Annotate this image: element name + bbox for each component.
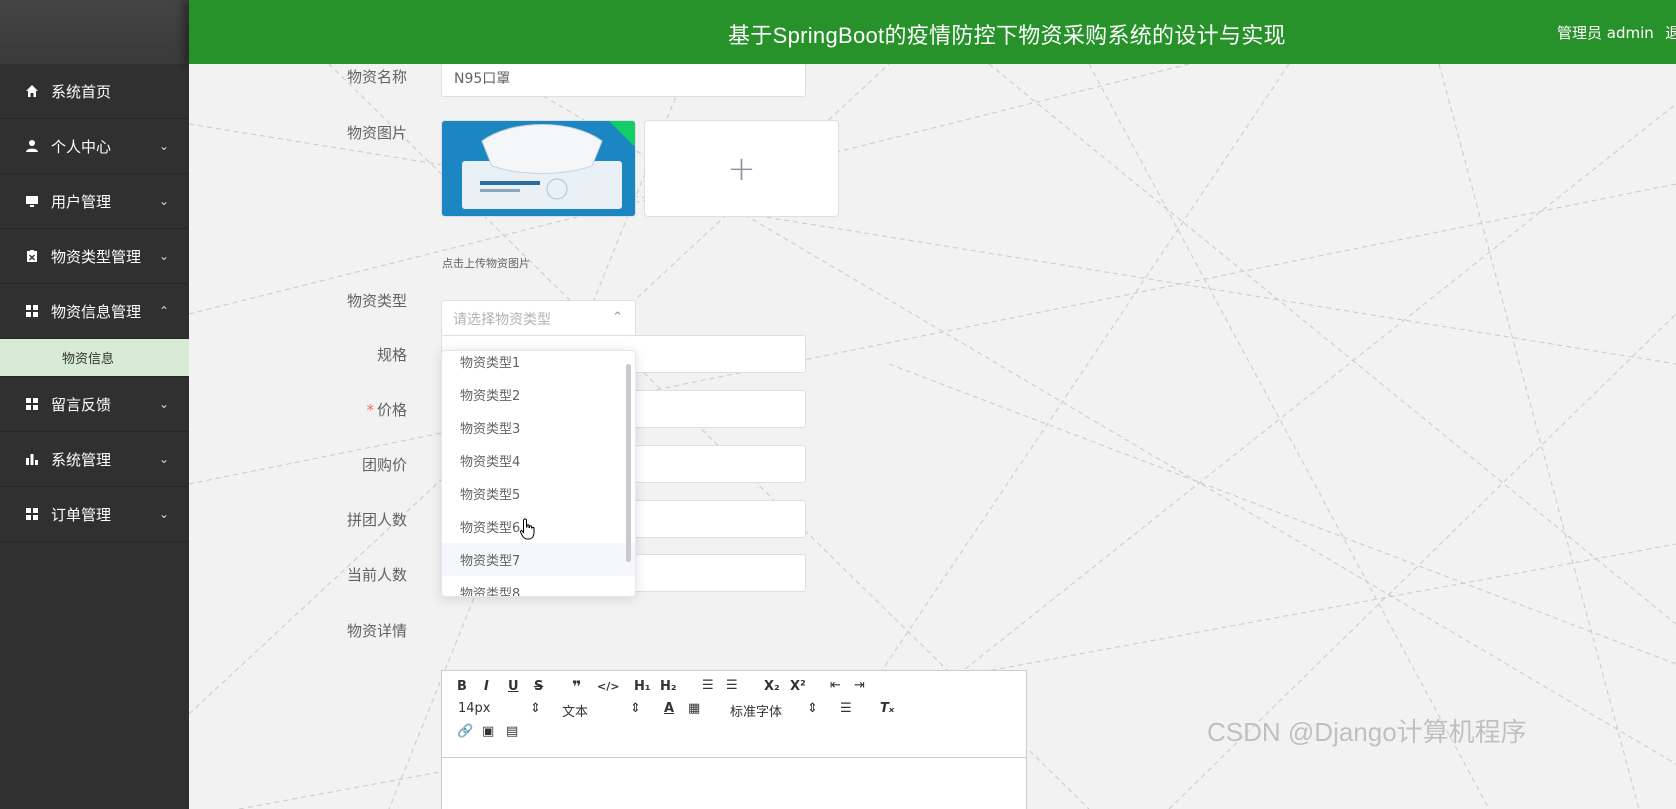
group-size-label: 拼团人数 <box>346 511 407 529</box>
image-icon[interactable]: ▣ <box>482 724 494 739</box>
updown-icon: ⇕ <box>530 701 541 716</box>
home-icon <box>24 83 40 99</box>
sidebar-item-label: 系统首页 <box>51 82 112 101</box>
outdent-icon[interactable]: ⇤ <box>830 678 841 693</box>
italic-icon[interactable]: I <box>484 679 489 694</box>
sidebar-item-label: 物资类型管理 <box>51 247 142 266</box>
editor-toolbar: B I U S ❞ </> H₁ H₂ ☰ ☰ X₂ X² ⇤ ⇥ 14px ⇕… <box>442 671 1026 758</box>
font-family-select[interactable]: 标准字体 <box>730 701 782 720</box>
quote-icon[interactable]: ❞ <box>572 677 581 696</box>
upload-tip: 点击上传物资图片 <box>442 257 530 270</box>
page-title: 基于SpringBoot的疫情防控下物资采购系统的设计与实现 <box>728 23 1286 48</box>
underline-icon[interactable]: U <box>508 679 519 694</box>
chevron-down-icon: ⌄ <box>158 397 169 411</box>
hand-cursor-icon <box>519 518 535 540</box>
sidebar-subitem-goods-info[interactable]: 物资信息 <box>0 339 189 377</box>
ordered-list-icon[interactable]: ☰ <box>702 678 714 693</box>
name-label: 物资名称 <box>346 68 407 86</box>
superscript-icon[interactable]: X² <box>790 679 806 694</box>
sidebar-item-label: 系统管理 <box>51 450 112 469</box>
upload-add-button[interactable]: + <box>644 120 839 217</box>
clipboard-icon <box>24 248 40 264</box>
bold-icon[interactable]: B <box>457 679 467 694</box>
current-count-label: 当前人数 <box>346 566 407 584</box>
uploaded-image-thumbnail[interactable] <box>441 120 636 217</box>
align-icon[interactable]: ☰ <box>840 701 852 716</box>
main-content: 物资名称 N95口罩 物资图片 + 点击上传物资图片 物资类型 请选择物资类型 … <box>189 64 1676 809</box>
dropdown-option[interactable]: 物资类型2 <box>442 378 635 411</box>
plus-icon: + <box>727 148 756 189</box>
strike-icon[interactable]: S <box>534 679 543 694</box>
upload-success-corner <box>609 121 635 147</box>
sidebar-item-label: 个人中心 <box>51 137 112 156</box>
watermark: CSDN @Django计算机程序 <box>1207 717 1527 747</box>
image-label: 物资图片 <box>346 124 407 142</box>
sidebar-item-home[interactable]: 系统首页 <box>0 64 189 119</box>
dropdown-option[interactable]: 物资类型3 <box>442 411 635 444</box>
indent-icon[interactable]: ⇥ <box>854 678 865 693</box>
detail-label: 物资详情 <box>346 622 407 640</box>
sidebar-item-label: 留言反馈 <box>51 395 112 414</box>
dropdown-scrollbar[interactable] <box>626 364 631 562</box>
name-input[interactable]: N95口罩 <box>441 64 806 97</box>
monitor-icon <box>24 193 40 209</box>
type-select[interactable]: 请选择物资类型 ⌃ <box>441 300 636 338</box>
sidebar-item-type-management[interactable]: 物资类型管理 ⌄ <box>0 229 189 284</box>
sidebar: 系统首页 个人中心 ⌄ 用户管理 ⌄ 物资类型管理 ⌄ 物资信息管理 ⌃ 物资信… <box>0 0 189 809</box>
sidebar-item-label: 物资信息管理 <box>51 302 142 321</box>
sidebar-logo-area <box>0 0 189 64</box>
bar-chart-icon <box>24 451 40 467</box>
sidebar-item-feedback[interactable]: 留言反馈 ⌄ <box>0 377 189 432</box>
dropdown-option[interactable]: 物资类型4 <box>442 444 635 477</box>
dropdown-option[interactable]: 物资类型5 <box>442 477 635 510</box>
video-icon[interactable]: ▤ <box>506 724 518 739</box>
sidebar-item-label: 用户管理 <box>51 192 112 211</box>
chevron-down-icon: ⌄ <box>158 249 169 263</box>
chevron-down-icon: ⌄ <box>158 452 169 466</box>
grid-icon <box>24 303 40 319</box>
chevron-up-icon: ⌃ <box>158 304 169 318</box>
paragraph-select[interactable]: 文本 <box>562 701 588 720</box>
user-icon <box>24 138 40 154</box>
header-bar: 基于SpringBoot的疫情防控下物资采购系统的设计与实现 管理员 admin… <box>189 0 1676 64</box>
dropdown-option[interactable]: 物资类型1 <box>442 351 635 378</box>
spec-label: 规格 <box>376 346 407 364</box>
price-label: * 价格 <box>366 401 407 419</box>
chevron-up-icon: ⌃ <box>612 310 623 325</box>
grid-icon <box>24 396 40 412</box>
group-price-label: 团购价 <box>361 456 407 474</box>
chevron-down-icon: ⌄ <box>158 507 169 521</box>
h2-icon[interactable]: H₂ <box>660 679 677 694</box>
mask-product-image <box>442 121 635 216</box>
font-size-select[interactable]: 14px <box>458 701 491 716</box>
rich-text-editor[interactable]: B I U S ❞ </> H₁ H₂ ☰ ☰ X₂ X² ⇤ ⇥ 14px ⇕… <box>441 670 1027 809</box>
chevron-down-icon: ⌄ <box>158 194 169 208</box>
updown-icon: ⇕ <box>630 701 641 716</box>
font-color-icon[interactable]: A <box>664 701 674 716</box>
updown-icon: ⇕ <box>807 701 818 716</box>
clear-format-icon[interactable]: Tₓ <box>880 701 894 716</box>
dropdown-option[interactable]: 物资类型6 <box>442 510 635 543</box>
background-color-icon[interactable]: ▦ <box>688 701 700 716</box>
sidebar-item-system[interactable]: 系统管理 ⌄ <box>0 432 189 487</box>
subscript-icon[interactable]: X₂ <box>764 679 780 694</box>
type-dropdown: 物资类型1 物资类型2 物资类型3 物资类型4 物资类型5 物资类型6 物资类型… <box>441 350 636 597</box>
current-user: 管理员 admin <box>1557 24 1654 42</box>
bullet-list-icon[interactable]: ☰ <box>726 678 738 693</box>
h1-icon[interactable]: H₁ <box>634 679 651 694</box>
code-icon[interactable]: </> <box>597 680 619 693</box>
dropdown-option-hovered[interactable]: 物资类型7 <box>442 543 635 576</box>
chevron-down-icon: ⌄ <box>158 139 169 153</box>
link-icon[interactable]: 🔗 <box>457 724 473 739</box>
sidebar-item-orders[interactable]: 订单管理 ⌄ <box>0 487 189 542</box>
logout-link[interactable]: 退 <box>1665 22 1676 43</box>
sidebar-item-profile[interactable]: 个人中心 ⌄ <box>0 119 189 174</box>
type-select-placeholder: 请选择物资类型 <box>453 312 551 328</box>
grid-icon <box>24 506 40 522</box>
type-label: 物资类型 <box>346 292 407 310</box>
sidebar-item-users[interactable]: 用户管理 ⌄ <box>0 174 189 229</box>
dropdown-option[interactable]: 物资类型8 <box>442 576 635 596</box>
sidebar-item-goods-management[interactable]: 物资信息管理 ⌃ <box>0 284 189 339</box>
sidebar-item-label: 订单管理 <box>51 505 112 524</box>
